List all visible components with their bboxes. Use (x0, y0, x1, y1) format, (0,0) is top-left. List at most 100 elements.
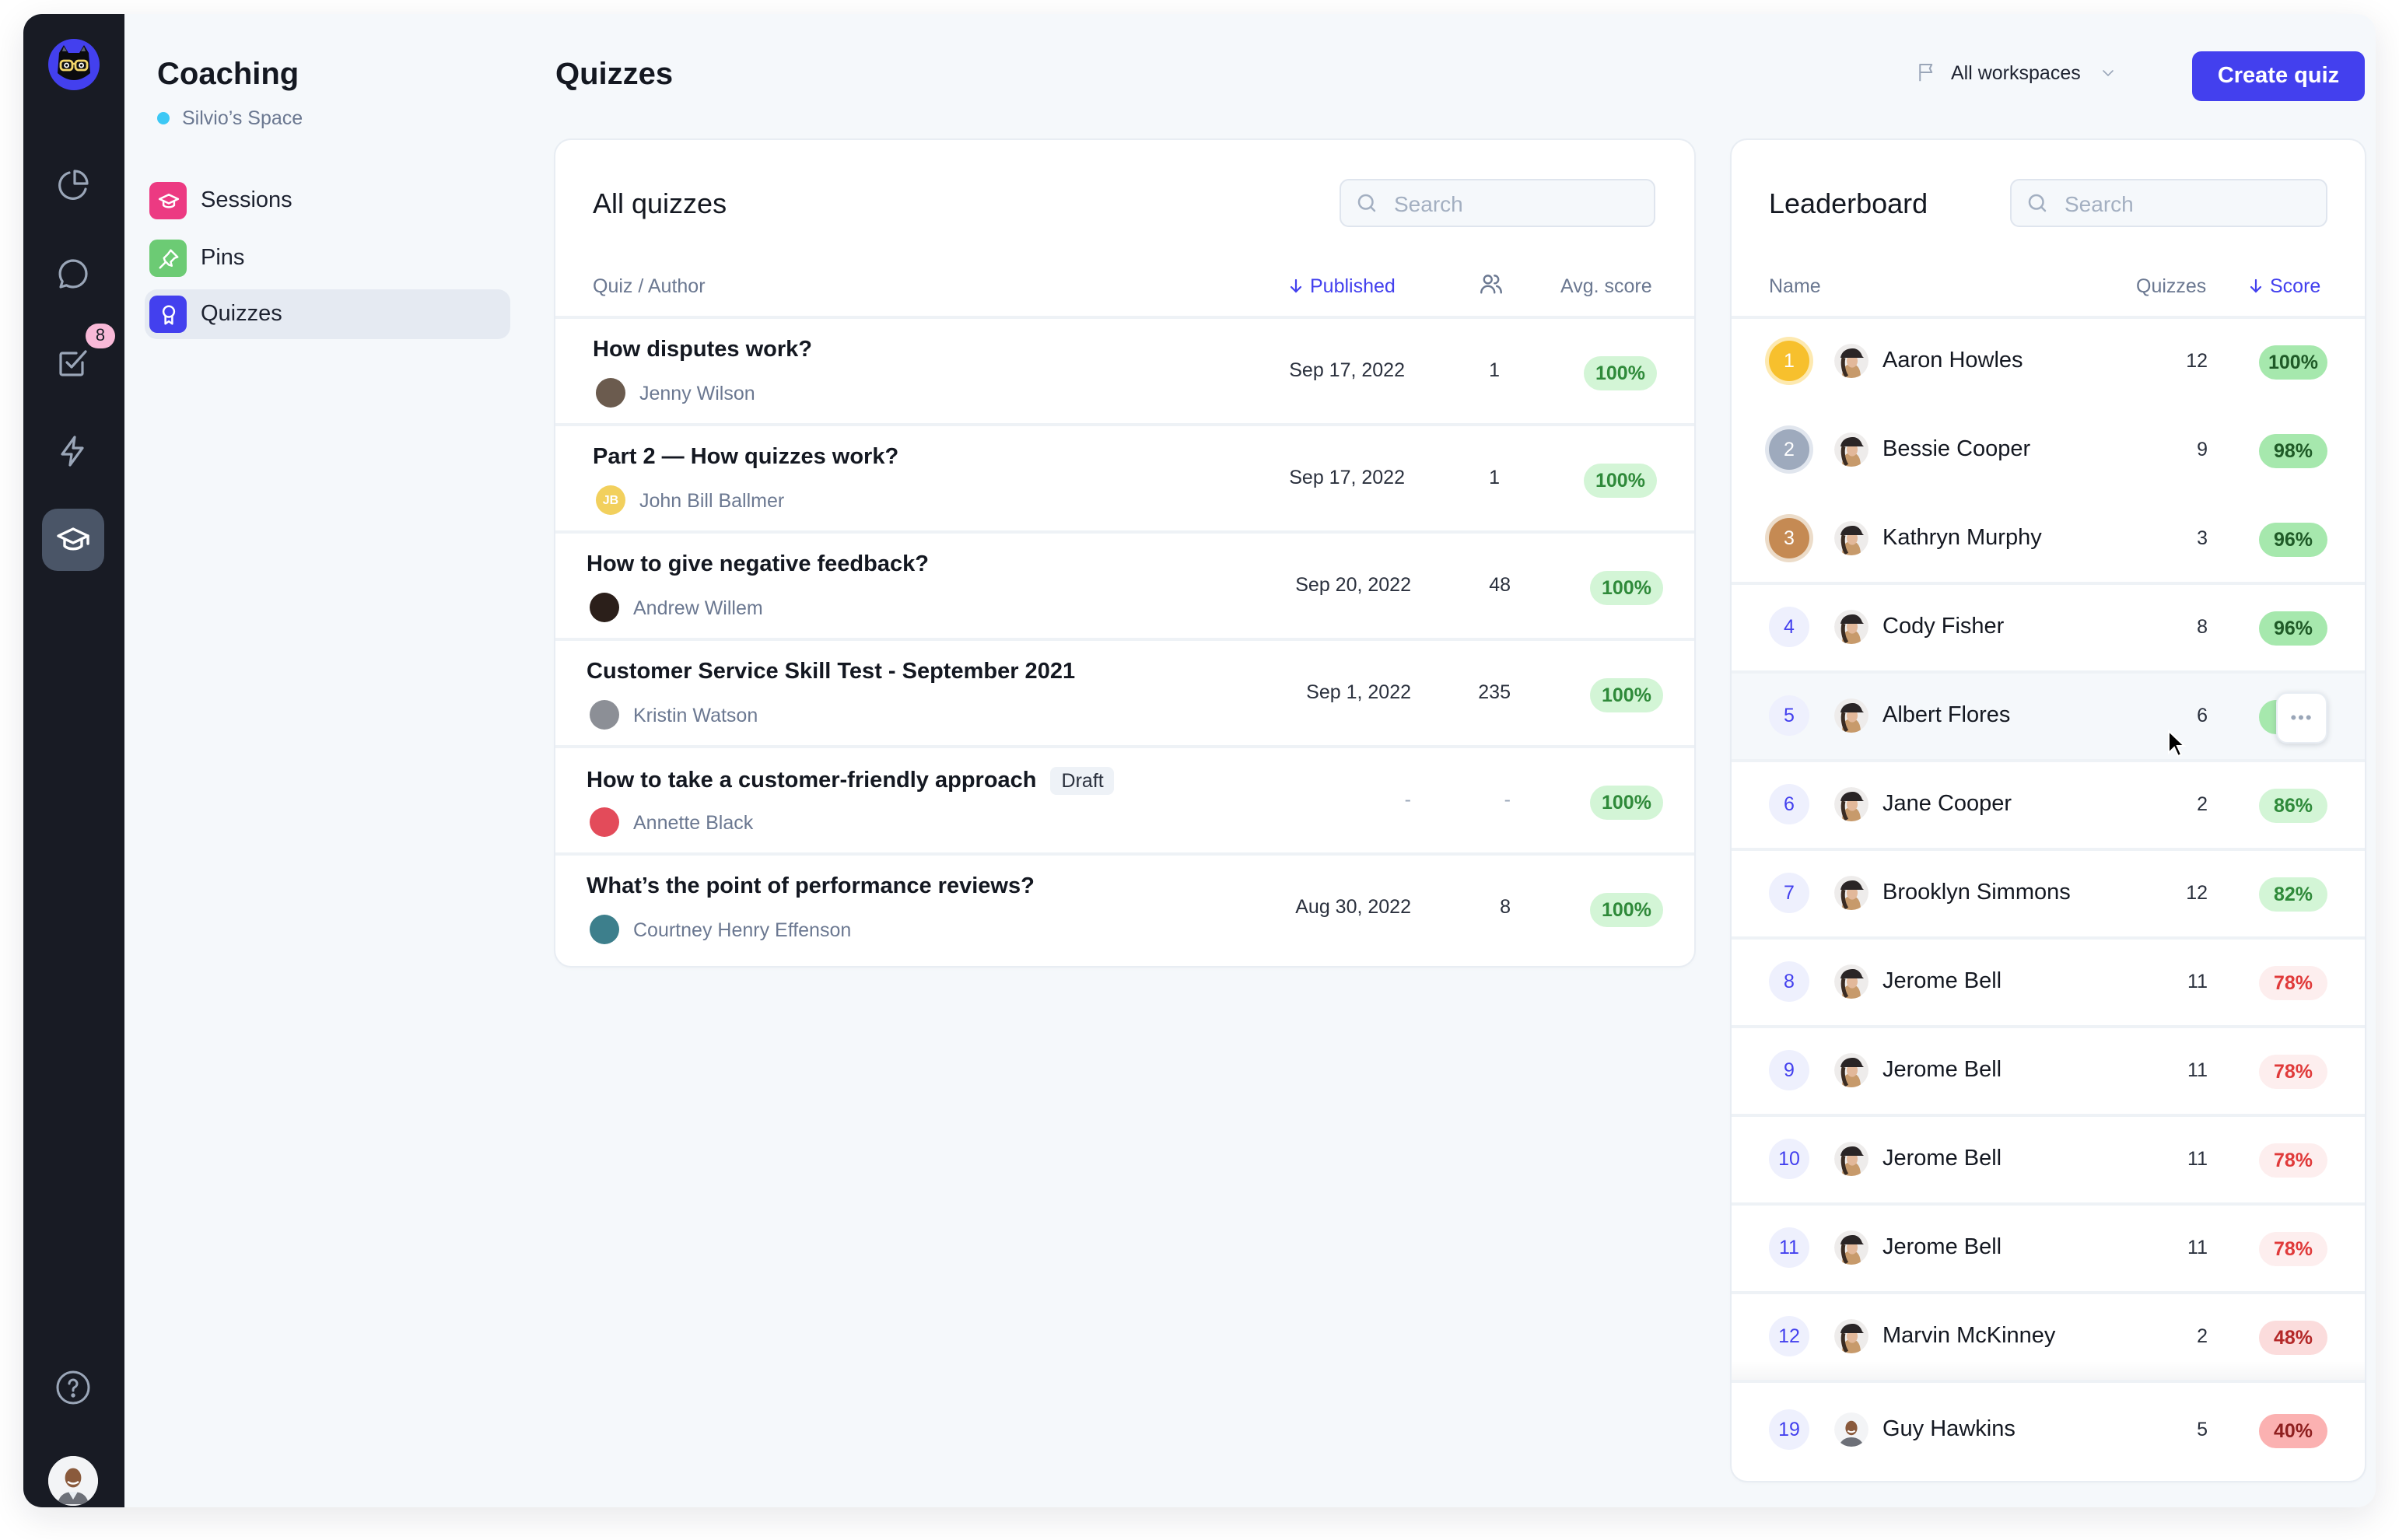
automations-icon[interactable] (42, 420, 104, 482)
leaderboard-row[interactable]: 7 Brooklyn Simmons 12 82% (1732, 851, 2365, 940)
leaderboard-row[interactable]: 10 Jerome Bell 11 78% (1732, 1117, 2365, 1206)
quiz-row[interactable]: How to take a customer-friendly approach… (555, 748, 1694, 856)
author-name: Kristin Watson (633, 704, 758, 726)
quiz-title[interactable]: How to give negative feedback? (587, 552, 929, 577)
column-participants[interactable] (1478, 271, 1504, 297)
quiz-title[interactable]: How disputes work? (593, 338, 812, 362)
workspace-label[interactable]: Silvio’s Space (157, 107, 303, 129)
score-badge: 78% (2259, 1055, 2327, 1089)
quiz-title-text: How to give negative feedback? (587, 552, 929, 577)
participant-count: 1 (1489, 359, 1500, 381)
quiz-count: 11 (2187, 1237, 2208, 1258)
rank-badge: 7 (1769, 873, 1809, 913)
mouse-cursor-icon (2168, 730, 2186, 758)
draft-badge: Draft (1050, 767, 1115, 795)
nav-item-quizzes[interactable]: Quizzes (145, 289, 510, 339)
nav-item-pins[interactable]: Pins (145, 233, 510, 283)
score-badge: 86% (2259, 789, 2327, 823)
quiz-row[interactable]: How to give negative feedback? Andrew Wi… (555, 534, 1694, 641)
column-published[interactable]: Published (1287, 275, 1396, 297)
user-name: Albert Flores (1882, 703, 2011, 728)
user-name: Cody Fisher (1882, 614, 2005, 639)
leaderboard-row[interactable]: 3 Kathryn Murphy 3 96% (1732, 496, 2365, 585)
leaderboard-row[interactable]: 4 Cody Fisher 8 96% (1732, 585, 2365, 674)
quizzes-search[interactable] (1340, 179, 1655, 227)
leaderboard-row[interactable]: 6 Jane Cooper 2 86% (1732, 762, 2365, 851)
quiz-count: 6 (2197, 705, 2208, 726)
sort-desc-icon (1290, 278, 1302, 293)
avg-score-badge: 100% (1584, 356, 1657, 390)
leaderboard-row[interactable]: 2 Bessie Cooper 9 98% (1732, 408, 2365, 496)
rank-badge: 19 (1769, 1409, 1809, 1450)
column-avg-score[interactable]: Avg. score (1560, 275, 1652, 297)
quiz-title[interactable]: What’s the point of performance reviews? (587, 874, 1035, 899)
quiz-row[interactable]: How disputes work? Jenny Wilson Sep 17, … (555, 319, 1694, 426)
quiz-title-text: How disputes work? (593, 338, 812, 362)
quiz-author: Courtney Henry Effenson (590, 915, 851, 944)
quiz-row[interactable]: What’s the point of performance reviews?… (555, 856, 1694, 963)
user-avatar[interactable] (48, 1456, 98, 1506)
pin-icon (149, 240, 187, 277)
nav-item-label: Pins (201, 246, 245, 271)
user-avatar (1834, 876, 1868, 910)
leaderboard-row[interactable]: 11 Jerome Bell 11 78% (1732, 1206, 2365, 1294)
user-avatar (1834, 521, 1868, 555)
leaderboard-row[interactable]: 5 Albert Flores 6 8 ••• (1732, 674, 2365, 762)
quiz-count: 11 (2187, 1148, 2208, 1170)
quiz-row[interactable]: Customer Service Skill Test - September … (555, 641, 1694, 748)
users-icon (1480, 275, 1502, 294)
all-quizzes-card: All quizzes Quiz / Author Published Avg.… (555, 140, 1694, 966)
quizzes-search-input[interactable] (1391, 189, 1654, 217)
graduation-cap-icon (149, 182, 187, 219)
leaderboard-row[interactable]: 8 Jerome Bell 11 78% (1732, 940, 2365, 1028)
leaderboard-row[interactable]: 1 Aaron Howles 12 100% (1732, 319, 2365, 408)
quiz-title[interactable]: Customer Service Skill Test - September … (587, 660, 1075, 684)
avg-score-badge: 100% (1590, 786, 1663, 820)
user-name: Bessie Cooper (1882, 437, 2031, 462)
user-avatar (1834, 1053, 1868, 1087)
user-avatar (1834, 1412, 1868, 1447)
quiz-author: JB John Bill Ballmer (596, 485, 784, 515)
more-actions-button[interactable]: ••• (2276, 692, 2327, 744)
quiz-count: 2 (2197, 793, 2208, 815)
score-badge: 96% (2259, 611, 2327, 646)
quiz-count: 11 (2187, 1059, 2208, 1081)
section-nav: Coaching Silvio’s Space Sessions Pins Qu… (124, 14, 532, 1507)
published-date: Sep 20, 2022 (1295, 574, 1411, 596)
coaching-icon[interactable] (42, 509, 104, 571)
column-label: Published (1310, 275, 1396, 297)
card-title: All quizzes (593, 188, 727, 219)
column-quizzes[interactable]: Quizzes (2136, 275, 2206, 297)
card-title: Leaderboard (1769, 188, 1928, 219)
leaderboard-search-input[interactable] (2061, 189, 2326, 217)
chevron-down-icon (2103, 69, 2114, 76)
published-date: Sep 17, 2022 (1289, 467, 1405, 488)
quiz-count: 12 (2186, 350, 2208, 372)
quiz-count: 11 (2187, 971, 2208, 992)
quiz-title[interactable]: How to take a customer-friendly approach… (587, 767, 1115, 795)
score-badge: 40% (2259, 1414, 2327, 1448)
logo-icon[interactable] (48, 39, 100, 90)
analytics-icon[interactable] (42, 154, 104, 216)
user-avatar (1834, 1230, 1868, 1265)
author-avatar: JB (596, 485, 625, 515)
leaderboard-row[interactable]: 9 Jerome Bell 11 78% (1732, 1028, 2365, 1117)
rank-badge: 1 (1769, 341, 1809, 381)
workspace-filter[interactable]: All workspaces (1915, 61, 2118, 84)
quiz-title-text: How to take a customer-friendly approach (587, 768, 1037, 793)
quiz-row[interactable]: Part 2 — How quizzes work? JB John Bill … (555, 426, 1694, 534)
author-initials: JB (602, 493, 619, 507)
participant-count: - (1504, 789, 1511, 810)
leaderboard-search[interactable] (2010, 179, 2327, 227)
quiz-count: 3 (2197, 527, 2208, 549)
current-user-row[interactable]: 19 Guy Hawkins 5 40% (1732, 1383, 2365, 1481)
quiz-title[interactable]: Part 2 — How quizzes work? (593, 445, 898, 470)
conversations-icon[interactable] (42, 243, 104, 305)
column-quiz-author[interactable]: Quiz / Author (593, 275, 706, 297)
nav-item-sessions[interactable]: Sessions (145, 176, 510, 226)
column-score[interactable]: Score (2247, 275, 2320, 297)
create-quiz-button[interactable]: Create quiz (2192, 51, 2365, 101)
column-name[interactable]: Name (1769, 275, 1821, 297)
help-icon[interactable] (42, 1356, 104, 1419)
quiz-author: Kristin Watson (590, 700, 758, 730)
